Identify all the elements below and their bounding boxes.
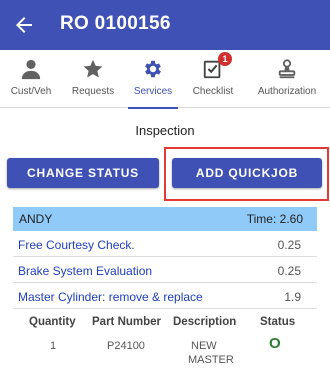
tab-label: Services	[133, 86, 173, 97]
tab-label: Cust/Veh	[10, 86, 52, 97]
parts-column-quantity: Quantity	[29, 316, 76, 328]
part-number: P24100	[107, 340, 145, 352]
part-description-line1: NEW	[191, 340, 217, 352]
arrow-left-icon[interactable]	[12, 13, 36, 37]
tab-label: Authorization	[257, 86, 317, 97]
operation-row[interactable]: Free Courtesy Check. 0.25	[13, 232, 317, 257]
job-header[interactable]: ANDY Time: 2.60	[13, 207, 317, 231]
operation-description: Free Courtesy Check.	[18, 238, 135, 252]
parts-column-description: Description	[173, 316, 237, 328]
operation-description: Master Cylinder: remove & replace	[18, 290, 203, 304]
stamp-icon	[278, 59, 296, 79]
part-description-line2: MASTER	[188, 354, 234, 366]
person-icon	[21, 59, 41, 80]
app-bar: RO 0100156	[0, 0, 330, 50]
parts-column-part-number: Part Number	[92, 316, 162, 328]
star-icon	[83, 59, 103, 78]
operation-row[interactable]: Brake System Evaluation 0.25	[13, 258, 317, 283]
operation-hours: 0.25	[277, 238, 301, 252]
operation-row[interactable]: Master Cylinder: remove & replace 1.9	[13, 284, 317, 309]
section-title: Inspection	[135, 123, 195, 138]
job-time: Time: 2.60	[246, 212, 303, 226]
gear-icon	[145, 60, 161, 78]
tab-label: Checklist	[192, 86, 234, 97]
tab-checklist[interactable]: Checklist	[182, 50, 244, 108]
tab-requests[interactable]: Requests	[62, 50, 124, 108]
add-quickjob-button[interactable]: ADD QUICKJOB	[172, 158, 322, 188]
parts-column-status: Status	[260, 316, 296, 328]
technician-name: ANDY	[19, 212, 53, 226]
tab-label: Requests	[71, 86, 115, 97]
part-status: O	[269, 335, 281, 352]
checklist-badge: 1	[218, 52, 232, 66]
change-status-button[interactable]: CHANGE STATUS	[7, 158, 159, 188]
tab-authorization[interactable]: Authorization	[244, 50, 330, 108]
tab-services[interactable]: Services	[124, 50, 182, 109]
page-title: RO 0100156	[60, 13, 171, 34]
operation-description: Brake System Evaluation	[18, 264, 153, 278]
tab-cust-veh[interactable]: Cust/Veh	[0, 50, 62, 108]
tab-bar: Cust/Veh Requests Services Checklist Aut…	[0, 50, 330, 109]
part-quantity: 1	[50, 340, 57, 352]
operation-hours: 1.9	[284, 290, 301, 304]
operation-hours: 0.25	[277, 264, 301, 278]
